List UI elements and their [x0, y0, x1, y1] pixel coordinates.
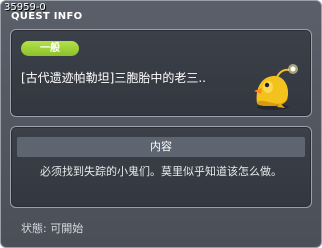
- content-text: 必须找到失踪的小鬼们。莫里似乎知道该怎么做。: [40, 165, 282, 178]
- quest-info-window: 35959-0 QUEST INFO 一般 [古代遗迹帕勒坦]三胞胎中的老三..…: [0, 0, 322, 248]
- quest-summary-panel: 一般 [古代遗迹帕勒坦]三胞胎中的老三..: [10, 29, 312, 117]
- quest-category-badge: 一般: [21, 41, 79, 56]
- quest-status: 状態: 可開始: [21, 222, 84, 235]
- quest-name: [古代遗迹帕勒坦]三胞胎中的老三..: [21, 71, 206, 85]
- quest-content-panel: 内容 必须找到失踪的小鬼们。莫里似乎知道该怎么做。: [10, 126, 312, 208]
- window-title: QUEST INFO: [11, 11, 83, 22]
- content-header: 内容: [17, 137, 305, 157]
- title-bar[interactable]: 35959-0 QUEST INFO: [1, 1, 321, 25]
- yellow-chick-npc-icon: [254, 64, 298, 110]
